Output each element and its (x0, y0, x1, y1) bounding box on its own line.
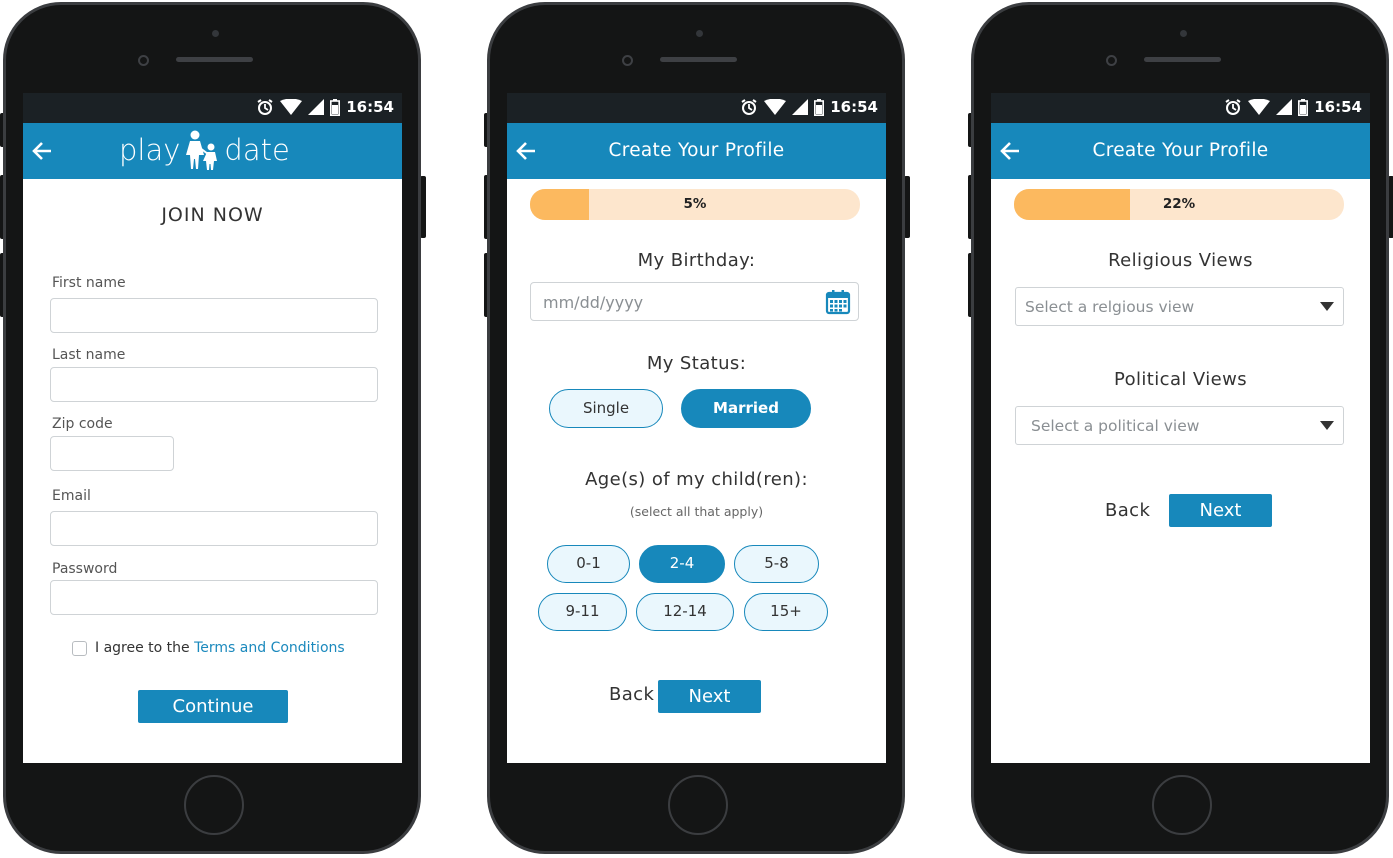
age-option-12-14[interactable]: 12-14 (636, 593, 734, 631)
next-button[interactable]: Next (1169, 494, 1272, 527)
playdate-logo: play date (119, 130, 290, 170)
status-bar: 16:54 (507, 93, 886, 123)
status-bar: 16:54 (991, 93, 1370, 123)
dropdown-caret-icon (1320, 302, 1334, 311)
alarm-icon (257, 99, 273, 115)
app-bar: play date (23, 123, 402, 179)
logo-text-play: play (119, 133, 181, 167)
phone-frame-profile-2: 16:54 Create Your Profile 22% Religious … (968, 0, 1393, 858)
terms-prefix: I agree to the (95, 640, 195, 656)
parent-child-icon (186, 130, 218, 170)
signal-icon (1276, 99, 1293, 115)
status-bar: 16:54 (23, 93, 402, 123)
status-married-option[interactable]: Married (681, 389, 811, 428)
age-option-9-11[interactable]: 9-11 (538, 593, 627, 631)
profile-step1-screen: 16:54 Create Your Profile 5% My Birthday… (507, 93, 886, 763)
calendar-icon[interactable] (824, 288, 852, 316)
progress-bar: 22% (1014, 189, 1344, 220)
back-arrow-icon[interactable] (31, 137, 61, 165)
religious-views-placeholder: Select a relgious view (1025, 298, 1195, 316)
terms-text: I agree to the Terms and Conditions (95, 640, 345, 656)
political-views-placeholder: Select a political view (1031, 417, 1200, 435)
birthday-label: My Birthday: (637, 250, 756, 271)
progress-label: 5% (683, 196, 707, 212)
status-time: 16:54 (830, 98, 878, 116)
terms-checkbox[interactable] (72, 641, 87, 656)
status-single-option[interactable]: Single (549, 389, 663, 428)
profile-step2-screen: 16:54 Create Your Profile 22% Religious … (991, 93, 1370, 763)
zip-code-label: Zip code (52, 416, 113, 432)
battery-icon (330, 98, 341, 116)
email-label: Email (52, 488, 91, 504)
first-name-label: First name (52, 275, 126, 291)
political-views-select[interactable]: Select a political view (1015, 406, 1344, 445)
app-bar: Create Your Profile (991, 123, 1370, 179)
age-option-0-1[interactable]: 0-1 (547, 545, 630, 583)
last-name-field[interactable] (50, 367, 378, 402)
progress-label: 22% (1162, 196, 1196, 212)
password-label: Password (52, 561, 118, 577)
back-link[interactable]: Back (609, 684, 654, 705)
signal-icon (308, 99, 325, 115)
dropdown-caret-icon (1320, 421, 1334, 430)
first-name-field[interactable] (50, 298, 378, 333)
birthday-placeholder: mm/dd/yyyy (543, 293, 644, 312)
age-option-5-8[interactable]: 5-8 (734, 545, 819, 583)
wifi-icon (1248, 99, 1271, 115)
alarm-icon (1225, 99, 1241, 115)
battery-icon (1298, 98, 1309, 116)
terms-link[interactable]: Terms and Conditions (194, 640, 345, 656)
ages-note: (select all that apply) (629, 504, 764, 519)
status-label: My Status: (646, 353, 747, 374)
religious-views-label: Religious Views (1108, 250, 1253, 271)
battery-icon (814, 98, 825, 116)
join-heading: JOIN NOW (161, 204, 264, 226)
ages-label: Age(s) of my child(ren): (585, 469, 808, 490)
status-time: 16:54 (1314, 98, 1362, 116)
alarm-icon (741, 99, 757, 115)
home-button[interactable] (668, 775, 728, 835)
phone-frame-join: 16:54 play date JOIN NOW First name Last… (0, 0, 426, 858)
home-button[interactable] (184, 775, 244, 835)
signal-icon (792, 99, 809, 115)
progress-bar: 5% (530, 189, 860, 220)
page-title: Create Your Profile (1092, 140, 1269, 161)
zip-code-field[interactable] (50, 436, 174, 471)
back-link[interactable]: Back (1105, 500, 1150, 521)
last-name-label: Last name (52, 347, 126, 363)
next-button[interactable]: Next (658, 680, 761, 713)
phone-frame-profile-1: 16:54 Create Your Profile 5% My Birthday… (484, 0, 910, 858)
birthday-input[interactable]: mm/dd/yyyy (530, 282, 859, 321)
email-field[interactable] (50, 511, 378, 546)
age-option-15-plus[interactable]: 15+ (744, 593, 828, 631)
age-option-2-4[interactable]: 2-4 (639, 545, 725, 583)
app-bar: Create Your Profile (507, 123, 886, 179)
political-views-label: Political Views (1113, 369, 1248, 390)
page-title: Create Your Profile (608, 140, 785, 161)
religious-views-select[interactable]: Select a relgious view (1015, 287, 1344, 326)
password-field[interactable] (50, 580, 378, 615)
home-button[interactable] (1152, 775, 1212, 835)
wifi-icon (764, 99, 787, 115)
join-screen: 16:54 play date JOIN NOW First name Last… (23, 93, 402, 763)
status-time: 16:54 (346, 98, 394, 116)
continue-button[interactable]: Continue (138, 690, 288, 723)
wifi-icon (280, 99, 303, 115)
logo-text-date: date (224, 133, 290, 167)
